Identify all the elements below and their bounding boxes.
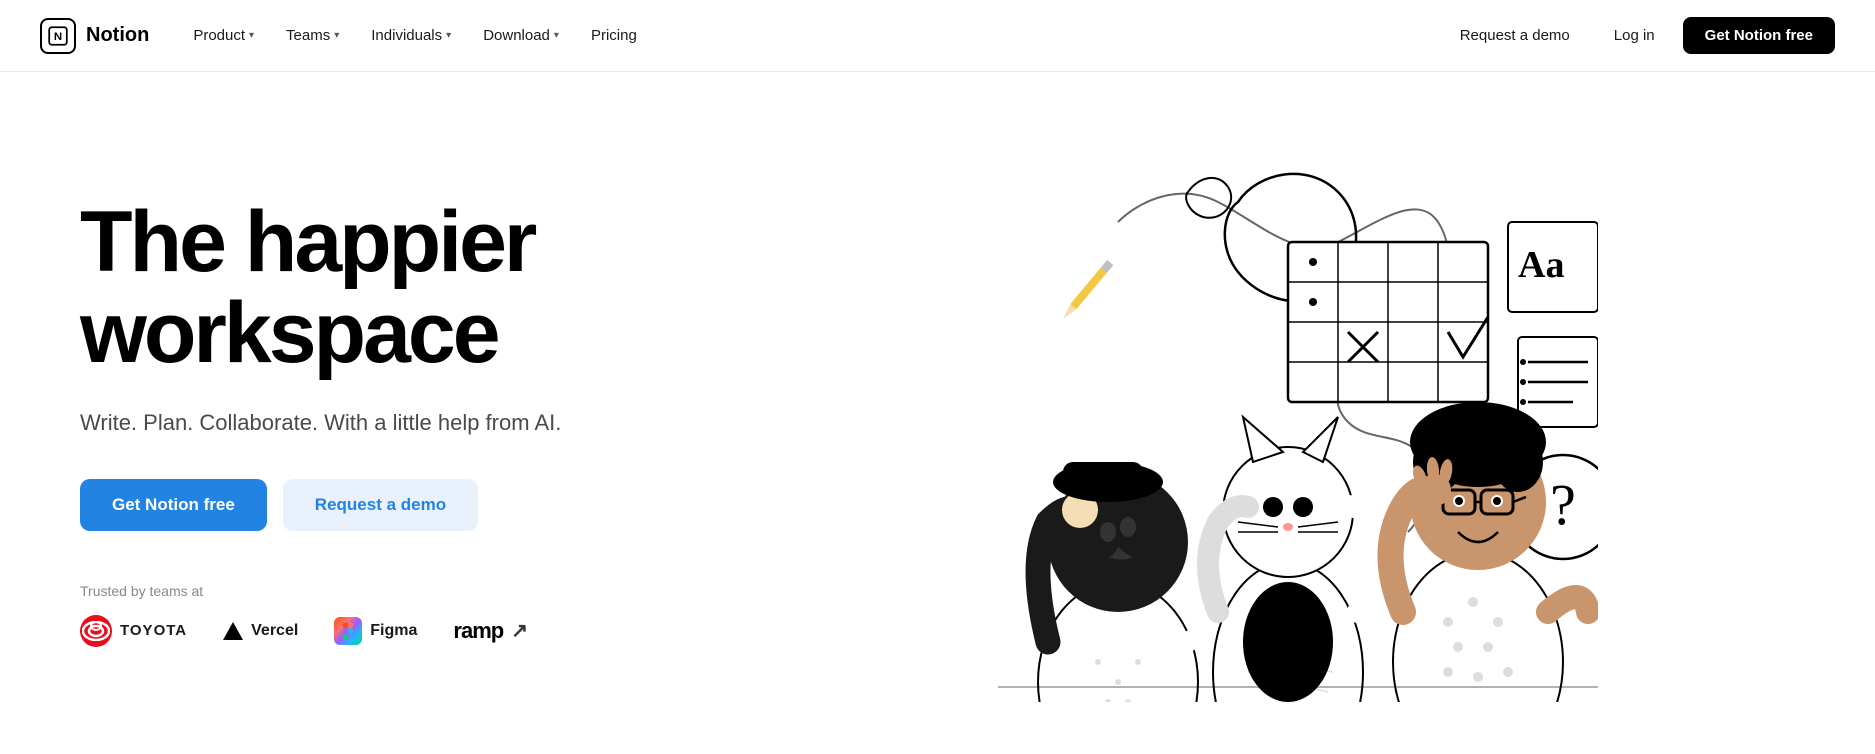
trusted-logos: TOYOTA Vercel bbox=[80, 615, 720, 647]
ramp-checkmark-icon: ↗ bbox=[511, 618, 528, 643]
svg-text:N: N bbox=[54, 30, 62, 42]
chevron-down-icon: ▾ bbox=[249, 30, 254, 41]
trusted-section: Trusted by teams at TOYOTA bbox=[80, 583, 720, 647]
hero-title: The happier workspace bbox=[80, 197, 720, 378]
chevron-down-icon: ▾ bbox=[446, 30, 451, 41]
figma-logo: Figma bbox=[334, 617, 417, 645]
vercel-logo: Vercel bbox=[223, 621, 298, 641]
trusted-label: Trusted by teams at bbox=[80, 583, 720, 599]
nav-item-pricing[interactable]: Pricing bbox=[577, 19, 651, 52]
request-demo-link[interactable]: Request a demo bbox=[1444, 19, 1586, 52]
hero-content: The happier workspace Write. Plan. Colla… bbox=[80, 197, 720, 647]
svg-text:?: ? bbox=[1550, 472, 1576, 537]
hero-section: The happier workspace Write. Plan. Colla… bbox=[0, 72, 1875, 752]
hero-buttons: Get Notion free Request a demo bbox=[80, 479, 720, 531]
brand-name: Notion bbox=[86, 24, 149, 47]
nav-pricing-label: Pricing bbox=[591, 27, 637, 44]
nav-product-label: Product bbox=[193, 27, 245, 44]
ramp-name: ramp bbox=[453, 618, 503, 644]
navbar: N Notion Product ▾ Teams ▾ Individuals ▾… bbox=[0, 0, 1875, 72]
hero-illustration: Aa ? bbox=[720, 142, 1795, 702]
brand-logo[interactable]: N Notion bbox=[40, 18, 149, 54]
nav-item-teams[interactable]: Teams ▾ bbox=[272, 19, 353, 52]
nav-individuals-label: Individuals bbox=[371, 27, 442, 44]
nav-item-product[interactable]: Product ▾ bbox=[179, 19, 268, 52]
get-notion-free-button-hero[interactable]: Get Notion free bbox=[80, 479, 267, 531]
notion-icon: N bbox=[40, 18, 76, 54]
nav-teams-label: Teams bbox=[286, 27, 330, 44]
ramp-logo: ramp ↗ bbox=[453, 618, 528, 644]
toyota-logo: TOYOTA bbox=[80, 615, 187, 647]
toyota-name: TOYOTA bbox=[120, 622, 187, 639]
toyota-icon bbox=[80, 615, 112, 647]
hero-subtitle: Write. Plan. Collaborate. With a little … bbox=[80, 406, 580, 439]
nav-item-individuals[interactable]: Individuals ▾ bbox=[357, 19, 465, 52]
figma-name: Figma bbox=[370, 622, 417, 640]
nav-item-download[interactable]: Download ▾ bbox=[469, 19, 573, 52]
vercel-icon bbox=[223, 621, 243, 641]
nav-download-label: Download bbox=[483, 27, 550, 44]
chevron-down-icon: ▾ bbox=[334, 30, 339, 41]
figma-icon bbox=[334, 617, 362, 645]
chevron-down-icon: ▾ bbox=[554, 30, 559, 41]
nav-menu: Product ▾ Teams ▾ Individuals ▾ Download… bbox=[179, 19, 1443, 52]
get-notion-free-button-nav[interactable]: Get Notion free bbox=[1683, 17, 1835, 54]
vercel-name: Vercel bbox=[251, 622, 298, 640]
navbar-right: Request a demo Log in Get Notion free bbox=[1444, 17, 1835, 54]
request-demo-button-hero[interactable]: Request a demo bbox=[283, 479, 478, 531]
svg-text:Aa: Aa bbox=[1518, 244, 1564, 286]
login-button[interactable]: Log in bbox=[1598, 19, 1671, 52]
hero-image: Aa ? bbox=[918, 142, 1598, 702]
